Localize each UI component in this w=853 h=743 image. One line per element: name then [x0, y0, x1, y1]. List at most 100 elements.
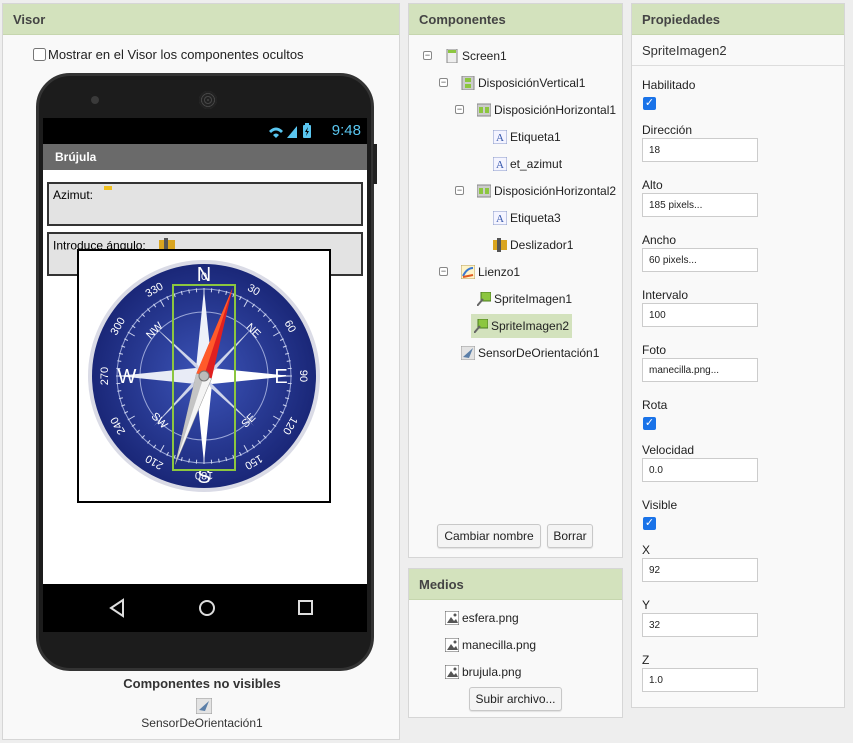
viewer-panel: Visor Mostrar en el Visor los componente… — [2, 3, 400, 740]
tree-item-lienzo1[interactable]: Lienzo1 — [461, 260, 520, 284]
speaker-icon — [199, 91, 217, 109]
tree-label-sensordeorientacion1: SensorDeOrientación1 — [478, 346, 600, 360]
show-hidden-checkbox-input[interactable] — [33, 48, 46, 61]
phone-side-button — [373, 144, 377, 184]
rota-label: Rota — [642, 398, 668, 412]
tree-item-spriteimagen2[interactable]: SpriteImagen2 — [471, 314, 573, 338]
velocidad-input[interactable] — [642, 458, 758, 482]
direccion-input[interactable] — [642, 138, 758, 162]
compass-n: N — [197, 264, 211, 286]
habilitado-checkbox[interactable]: ✓ — [643, 97, 656, 110]
x-input[interactable] — [642, 558, 758, 582]
tree-item-disposicionhorizontal2[interactable]: DisposiciónHorizontal2 — [477, 179, 616, 203]
visible-checkbox[interactable]: ✓ — [643, 517, 656, 530]
alto-label: Alto — [642, 178, 663, 192]
compass-w: W — [118, 366, 137, 388]
navigation-bar — [43, 584, 367, 632]
sprite-icon — [477, 292, 491, 306]
tree-label-deslizador1: Deslizador1 — [510, 238, 574, 252]
tree-item-spriteimagen1[interactable]: SpriteImagen1 — [477, 287, 572, 311]
rota-checkbox[interactable]: ✓ — [643, 417, 656, 430]
tree-label-spriteimagen1: SpriteImagen1 — [494, 292, 573, 306]
show-hidden-components-checkbox[interactable]: Mostrar en el Visor los componentes ocul… — [33, 47, 304, 62]
y-input[interactable] — [642, 613, 758, 637]
upload-file-button[interactable]: Subir archivo... — [469, 687, 562, 711]
tree-label-et-azimut: et_azimut — [510, 157, 563, 171]
app-title-bar: Brújula — [43, 144, 367, 170]
media-panel: Medios esfera.png manecilla.png brujula.… — [408, 568, 623, 718]
status-icons — [267, 122, 315, 143]
back-nav-icon — [109, 598, 124, 618]
phone-mockup: 9:48 Brújula Azimut: Introduce ángulo: 0… — [36, 73, 374, 671]
sprite-icon — [474, 319, 488, 333]
media-file-brujula[interactable]: brujula.png — [445, 665, 521, 679]
collapse-vertical1-toggle[interactable]: − — [439, 78, 448, 87]
habilitado-label: Habilitado — [642, 78, 696, 92]
svg-text:A: A — [496, 159, 504, 171]
compass-e: E — [274, 366, 287, 388]
delete-button[interactable]: Borrar — [547, 524, 593, 548]
status-bar: 9:48 — [43, 118, 367, 144]
image-file-icon — [445, 665, 459, 679]
vertical-arrangement-icon — [461, 76, 475, 90]
tree-item-et-azimut[interactable]: A et_azimut — [493, 152, 562, 176]
components-title: Componentes — [409, 4, 622, 35]
horizontal-arrangement-icon — [477, 103, 491, 117]
properties-panel: Propiedades SpriteImagen2 Habilitado ✓ D… — [631, 3, 845, 708]
foto-label: Foto — [642, 343, 667, 357]
velocidad-label: Velocidad — [642, 443, 695, 457]
tree-label-disposicionhorizontal2: DisposiciónHorizontal2 — [494, 184, 617, 198]
media-file-label: esfera.png — [462, 611, 519, 625]
viewer-title: Visor — [3, 4, 399, 35]
ancho-label: Ancho — [642, 233, 677, 247]
label-icon: A — [493, 211, 507, 225]
collapse-horizontal1-toggle[interactable]: − — [455, 105, 464, 114]
label-icon: A — [493, 130, 507, 144]
tree-item-etiqueta1[interactable]: A Etiqueta1 — [493, 125, 561, 149]
compass-degree-label: 270 — [99, 367, 111, 385]
canvas-lienzo1[interactable]: 0 30 60 90 120 150 180 210 240 270 300 330 N S E W … — [77, 249, 331, 503]
tree-item-etiqueta3[interactable]: A Etiqueta3 — [493, 206, 561, 230]
media-file-label: brujula.png — [462, 665, 522, 679]
collapse-screen1-toggle[interactable]: − — [423, 51, 432, 60]
tree-item-disposicionvertical1[interactable]: DisposiciónVertical1 — [461, 71, 585, 95]
components-panel: Componentes − Screen1 − DisposiciónVerti… — [408, 3, 623, 558]
tree-label-spriteimagen2: SpriteImagen2 — [491, 319, 570, 333]
tree-item-deslizador1[interactable]: Deslizador1 — [493, 233, 573, 257]
compass-image: 0306090120150180210240270300330 N S E W … — [88, 260, 320, 492]
z-input[interactable] — [642, 668, 758, 692]
canvas-icon — [461, 265, 475, 279]
media-file-manecilla[interactable]: manecilla.png — [445, 638, 536, 652]
foto-input[interactable] — [642, 358, 758, 382]
compass-degree-label: 90 — [297, 370, 309, 382]
tree-item-disposicionhorizontal1[interactable]: DisposiciónHorizontal1 — [477, 98, 616, 122]
collapse-horizontal2-toggle[interactable]: − — [455, 186, 464, 195]
orientation-sensor-icon — [461, 346, 475, 360]
svg-text:A: A — [496, 213, 504, 225]
tree-item-screen1[interactable]: Screen1 — [445, 44, 507, 68]
front-camera-icon — [91, 96, 99, 104]
home-nav-icon — [199, 600, 215, 616]
media-title: Medios — [409, 569, 622, 600]
show-hidden-label: Mostrar en el Visor los componentes ocul… — [48, 47, 304, 62]
tree-label-etiqueta3: Etiqueta3 — [510, 211, 561, 225]
status-time: 9:48 — [331, 122, 361, 139]
tree-item-sensordeorientacion1[interactable]: SensorDeOrientación1 — [461, 341, 599, 365]
media-file-label: manecilla.png — [462, 638, 537, 652]
rename-button[interactable]: Cambiar nombre — [437, 524, 541, 548]
collapse-lienzo1-toggle[interactable]: − — [439, 267, 448, 276]
media-file-esfera[interactable]: esfera.png — [445, 611, 519, 625]
ancho-input[interactable] — [642, 248, 758, 272]
azimut-row[interactable]: Azimut: — [47, 182, 363, 226]
tree-label-disposicionhorizontal1: DisposiciónHorizontal1 — [494, 103, 617, 117]
y-label: Y — [642, 598, 651, 612]
alto-input[interactable] — [642, 193, 758, 217]
slider-icon — [493, 238, 507, 252]
intervalo-input[interactable] — [642, 303, 758, 327]
tree-label-screen1: Screen1 — [462, 49, 507, 63]
tree-label-lienzo1: Lienzo1 — [478, 265, 521, 279]
orientation-sensor-icon[interactable] — [195, 697, 213, 717]
z-label: Z — [642, 653, 650, 667]
nonvisible-sensor-label[interactable]: SensorDeOrientación1 — [3, 716, 401, 730]
screen-icon — [446, 49, 458, 63]
